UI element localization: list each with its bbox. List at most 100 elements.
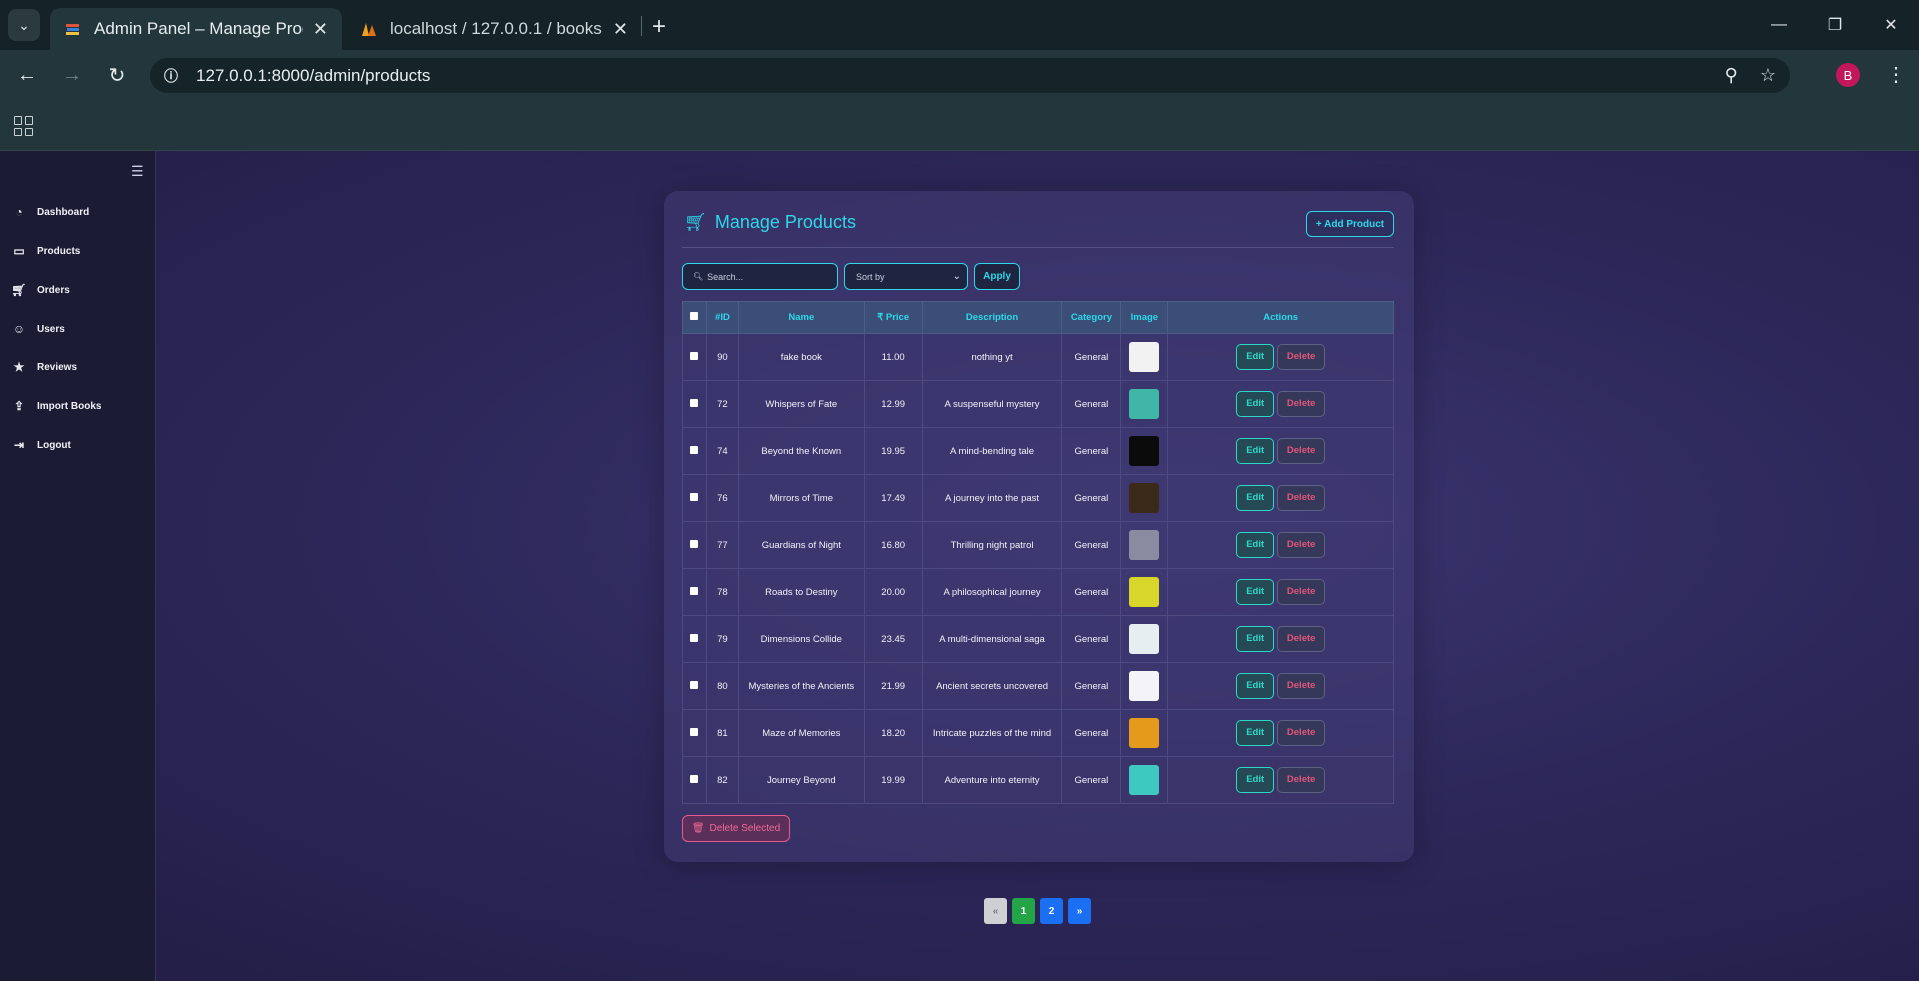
delete-button[interactable]: Delete — [1277, 344, 1326, 370]
row-checkbox[interactable] — [690, 398, 699, 407]
row-checkbox[interactable] — [690, 633, 699, 642]
cell-actions: Edit Delete — [1167, 662, 1394, 710]
site-info-icon[interactable]: ⓘ — [158, 63, 184, 89]
cell-id: 77 — [705, 521, 739, 569]
cell-id: 90 — [705, 333, 739, 381]
delete-button[interactable]: Delete — [1277, 532, 1326, 558]
book-cover-image — [1129, 577, 1160, 607]
profile-avatar[interactable]: B — [1836, 63, 1860, 87]
hamburger-icon[interactable]: ☰ — [131, 163, 144, 180]
row-checkbox[interactable] — [690, 539, 699, 548]
tab-admin-panel[interactable]: Admin Panel – Manage Products ✕ — [50, 8, 342, 50]
tab-search-button[interactable]: ⌄ — [8, 9, 40, 41]
browser-menu-icon[interactable]: ⋮ — [1886, 62, 1906, 87]
close-window-icon[interactable]: ✕ — [1863, 0, 1919, 50]
column-header-category[interactable]: Category — [1061, 301, 1122, 334]
sidebar-item-users[interactable]: ☺ Users — [11, 322, 65, 336]
forward-button[interactable]: → — [54, 57, 90, 93]
cell-category: General — [1061, 709, 1122, 757]
cell-price: 20.00 — [863, 568, 923, 616]
edit-button[interactable]: Edit — [1236, 720, 1275, 746]
column-header-description[interactable]: Description — [921, 301, 1063, 334]
address-bar[interactable]: ⓘ 127.0.0.1:8000/admin/products ⚲ ☆ — [150, 58, 1790, 93]
search-input[interactable]: 🔍︎ Search... — [682, 263, 838, 290]
table-row: 80 Mysteries of the Ancients 21.99 Ancient … — [682, 662, 1394, 710]
restore-icon[interactable]: ❐ — [1807, 0, 1863, 50]
edit-button[interactable]: Edit — [1236, 767, 1275, 793]
sidebar-item-logout[interactable]: ⇥ Logout — [11, 438, 71, 452]
column-header-name[interactable]: Name — [737, 301, 865, 334]
new-tab-button[interactable]: + — [652, 13, 666, 41]
row-checkbox[interactable] — [690, 727, 699, 736]
book-cover-image — [1129, 718, 1160, 748]
sidebar-item-label: Logout — [37, 439, 71, 451]
apps-grid-icon[interactable] — [14, 116, 34, 136]
delete-button[interactable]: Delete — [1277, 767, 1326, 793]
delete-button[interactable]: Delete — [1277, 485, 1326, 511]
minimize-icon[interactable]: — — [1751, 0, 1807, 50]
pagination-next[interactable]: » — [1068, 898, 1091, 924]
logout-icon: ⇥ — [13, 438, 25, 452]
row-checkbox[interactable] — [690, 586, 699, 595]
delete-button[interactable]: Delete — [1277, 579, 1326, 605]
tab-phpmyadmin[interactable]: localhost / 127.0.0.1 / books / u ✕ — [346, 8, 642, 50]
pagination-prev[interactable]: « — [984, 898, 1007, 924]
sort-select[interactable]: Sort by ⌄ — [844, 263, 968, 290]
edit-button[interactable]: Edit — [1236, 579, 1275, 605]
book-cover-image — [1129, 436, 1160, 466]
cell-id: 81 — [705, 709, 739, 757]
sidebar-item-label: Products — [37, 245, 81, 257]
cell-id: 82 — [705, 756, 739, 804]
delete-button[interactable]: Delete — [1277, 438, 1326, 464]
select-all-checkbox[interactable] — [690, 312, 699, 320]
zoom-icon[interactable]: ⚲ — [1725, 65, 1738, 86]
sidebar-item-import-books[interactable]: ⇪ Import Books — [11, 399, 101, 413]
column-header-id[interactable]: #ID — [705, 301, 739, 334]
bookmark-star-icon[interactable]: ☆ — [1760, 65, 1776, 86]
close-icon[interactable]: ✕ — [613, 19, 628, 40]
sidebar-item-reviews[interactable]: ★ Reviews — [11, 360, 77, 374]
delete-button[interactable]: Delete — [1277, 720, 1326, 746]
arrow-right-icon: → — [62, 63, 82, 86]
edit-button[interactable]: Edit — [1236, 344, 1275, 370]
sidebar-item-dashboard[interactable]: ◔ Dashboard — [11, 205, 89, 219]
edit-button[interactable]: Edit — [1236, 673, 1275, 699]
back-button[interactable]: ← — [9, 57, 45, 93]
reload-button[interactable]: ↻ — [99, 57, 135, 93]
close-icon[interactable]: ✕ — [313, 19, 328, 40]
row-checkbox[interactable] — [690, 445, 699, 454]
sidebar-item-label: Users — [37, 323, 65, 335]
table-row: 82 Journey Beyond 19.99 Adventure into eter… — [682, 756, 1394, 804]
cell-actions: Edit Delete — [1167, 709, 1394, 757]
add-product-button[interactable]: + Add Product — [1306, 211, 1394, 237]
column-header-price[interactable]: ₹ Price — [863, 301, 923, 334]
edit-button[interactable]: Edit — [1236, 626, 1275, 652]
sidebar-item-orders[interactable]: 🛒︎ Orders — [11, 283, 69, 297]
cell-description: A philosophical journey — [921, 568, 1063, 616]
cell-category: General — [1061, 333, 1122, 381]
pagination-page-2[interactable]: 2 — [1040, 898, 1063, 924]
delete-button[interactable]: Delete — [1277, 626, 1326, 652]
row-checkbox[interactable] — [690, 774, 699, 783]
cell-price: 19.95 — [863, 427, 923, 475]
row-checkbox[interactable] — [690, 680, 699, 689]
row-select-cell — [682, 427, 707, 475]
apply-button[interactable]: Apply — [974, 263, 1020, 290]
edit-button[interactable]: Edit — [1236, 485, 1275, 511]
edit-button[interactable]: Edit — [1236, 532, 1275, 558]
row-checkbox[interactable] — [690, 492, 699, 501]
cell-description: A suspenseful mystery — [921, 380, 1063, 428]
delete-selected-button[interactable]: 🗑︎ Delete Selected — [682, 815, 790, 842]
edit-button[interactable]: Edit — [1236, 391, 1275, 417]
edit-button[interactable]: Edit — [1236, 438, 1275, 464]
cell-name: fake book — [737, 333, 865, 381]
row-checkbox[interactable] — [690, 351, 699, 360]
delete-button[interactable]: Delete — [1277, 391, 1326, 417]
cell-category: General — [1061, 380, 1122, 428]
page-content: ☰ ◔ Dashboard ▭ Products 🛒︎ Orders ☺ Use… — [0, 151, 1919, 981]
cell-description: Ancient secrets uncovered — [921, 662, 1063, 710]
pagination: « 1 2 » — [984, 898, 1091, 924]
sidebar-item-products[interactable]: ▭ Products — [11, 244, 80, 258]
pagination-page-1[interactable]: 1 — [1012, 898, 1035, 924]
delete-button[interactable]: Delete — [1277, 673, 1326, 699]
